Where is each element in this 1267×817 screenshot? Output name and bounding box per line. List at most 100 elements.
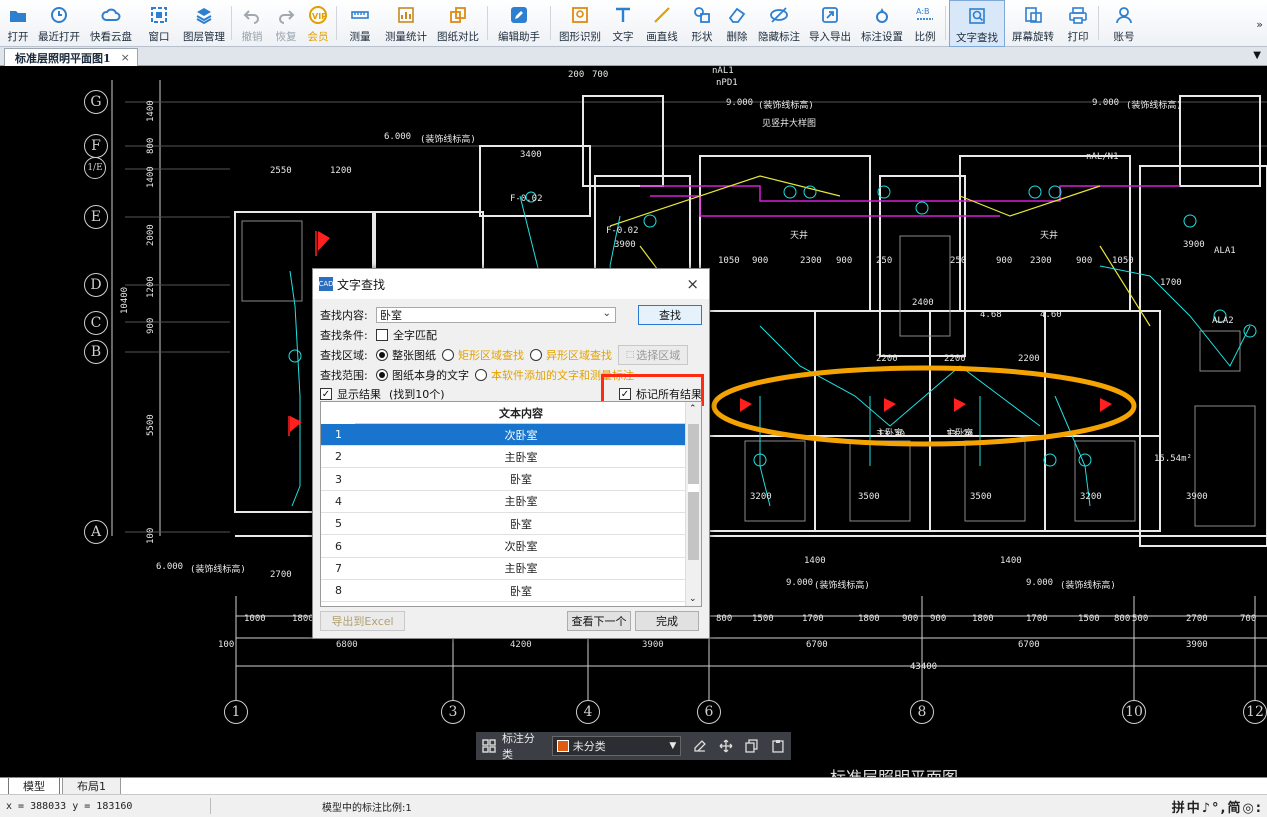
cad-label: 1200 — [330, 166, 352, 176]
toolbar-shape-recognition-button[interactable]: 图形识别 — [554, 0, 606, 47]
toolbar-import-export-button[interactable]: 导入导出 — [804, 0, 856, 47]
cad-label: 4.68 — [980, 310, 1002, 320]
cad-label: 6.000 — [156, 562, 184, 572]
toolbar-edit-assistant-button[interactable]: 编辑助手 — [491, 0, 547, 47]
cad-label: 9.000 — [726, 98, 754, 108]
cad-label: 800 — [1114, 614, 1131, 624]
table-row[interactable]: 8 卧室 — [321, 580, 687, 603]
results-scrollbar[interactable]: ⌃ ⌄ — [685, 402, 701, 606]
area-irregular-radio[interactable] — [530, 349, 542, 361]
export-excel-button[interactable]: 导出到Excel — [320, 611, 405, 631]
toolbar-button-label: 打开 — [7, 31, 29, 43]
show-results-checkbox[interactable]: ✓ — [320, 388, 332, 400]
toolbar-button-label: 图形识别 — [559, 31, 601, 43]
cursor-coordinates: x = 388033 y = 183160 — [6, 800, 133, 812]
axis-bubble-f: F — [84, 134, 108, 158]
cad-label: 2400 — [912, 298, 934, 308]
toolbar-compare-button[interactable]: 图纸对比 — [432, 0, 484, 47]
toolbar-separator — [550, 6, 551, 40]
edit-icon[interactable] — [693, 739, 707, 753]
scroll-down-icon[interactable]: ⌄ — [689, 594, 697, 604]
measure-stats-icon — [398, 7, 414, 23]
table-row[interactable]: 4 主卧室 — [321, 491, 687, 513]
toolbar-screen-rotate-button[interactable]: 屏幕旋转 — [1005, 0, 1061, 47]
row-number: 1 — [335, 428, 342, 441]
cad-label: 2700 — [270, 570, 292, 580]
toolbar-hide-annotation-button[interactable]: 隐藏标注 — [754, 0, 804, 47]
toolbar-eraser-button[interactable]: 删除 — [720, 0, 754, 47]
toolbar-more-icon[interactable]: » — [1256, 18, 1263, 31]
cad-label: 1400 — [1000, 556, 1022, 566]
toolbar-undo-button[interactable]: 撤销 — [235, 0, 269, 47]
close-tab-icon[interactable]: × — [121, 51, 130, 64]
tab-layout1[interactable]: 布局1 — [62, 778, 121, 795]
toolbar-vip-button[interactable]: VIP 会员 — [303, 0, 333, 47]
annotation-category-select[interactable]: 未分类 ▼ — [551, 736, 682, 756]
scroll-up-icon[interactable]: ⌃ — [689, 404, 697, 414]
results-table[interactable]: 文本内容 1 次卧室 2 主卧室 3 卧室 4 主卧室 5 卧室 6 次卧室 7 主卧室 8 卧室 ⌃ ⌄ — [320, 401, 702, 607]
hide-annotation-icon — [770, 7, 788, 23]
cad-label: 1800 — [972, 614, 994, 624]
find-next-button[interactable]: 查看下一个 — [567, 611, 631, 631]
toolbar-measure-button[interactable]: 测量 — [340, 0, 380, 47]
cad-label: 900 — [1076, 256, 1093, 266]
toolbar-text-search-button[interactable]: 文字查找 — [949, 0, 1005, 47]
document-tab[interactable]: 标准层照明平面图1 × — [4, 48, 138, 66]
table-row[interactable]: 3 卧室 — [321, 469, 687, 491]
dialog-titlebar[interactable]: CAD 文字查找 × — [313, 269, 709, 299]
chevron-down-icon: ▼ — [669, 741, 677, 751]
select-area-button[interactable]: ⬚ 选择区域 — [618, 345, 688, 365]
toolbar-line-button[interactable]: 画直线 — [640, 0, 684, 47]
chevron-down-icon[interactable]: ⌄ — [603, 308, 611, 319]
toolbar-folder-open-button[interactable]: 打开 — [2, 0, 34, 47]
grid-icon[interactable] — [482, 739, 496, 753]
row-number: 8 — [335, 584, 342, 598]
ime-indicator[interactable]: 拼中♪°,简◎: — [1172, 797, 1263, 816]
cloud-drive-icon — [101, 8, 121, 21]
toolbar-printer-button[interactable]: 打印 — [1061, 0, 1095, 47]
toolbar-ratio-button[interactable]: A:B 比例 — [908, 0, 942, 47]
close-icon[interactable]: × — [686, 275, 699, 293]
find-button[interactable]: 查找 — [638, 305, 702, 325]
find-content-label: 查找内容: — [320, 309, 368, 322]
cad-label: F-0.02 — [606, 226, 639, 236]
toolbar-button-label: 测量 — [349, 31, 371, 43]
account-icon — [1116, 7, 1132, 24]
toolbar-redo-button[interactable]: 恢复 — [269, 0, 303, 47]
toolbar-button-label: 图纸对比 — [437, 31, 479, 43]
table-row[interactable]: 5 卧室 — [321, 513, 687, 536]
table-row[interactable]: 7 主卧室 — [321, 558, 687, 580]
whole-match-checkbox[interactable] — [376, 329, 388, 341]
toolbar-annotation-settings-button[interactable]: 标注设置 — [856, 0, 908, 47]
scope-added-radio[interactable] — [475, 369, 487, 381]
area-rect-radio[interactable] — [442, 349, 454, 361]
area-whole-radio[interactable] — [376, 349, 388, 361]
toolbar-measure-stats-button[interactable]: 测量统计 — [380, 0, 432, 47]
toolbar-cloud-drive-button[interactable]: 快看云盘 — [84, 0, 138, 47]
toolbar-button-label: 测量统计 — [385, 31, 427, 43]
copy-icon[interactable] — [745, 739, 759, 753]
scope-drawing-radio[interactable] — [376, 369, 388, 381]
cad-label: 1400 — [804, 556, 826, 566]
toolbar-account-button[interactable]: 账号 — [1102, 0, 1146, 47]
toolbar-window-button[interactable]: 窗口 — [138, 0, 180, 47]
toolbar-recent-clock-button[interactable]: 最近打开 — [34, 0, 84, 47]
cad-label: 700 — [1240, 614, 1257, 624]
table-row[interactable]: 6 次卧室 — [321, 536, 687, 558]
cad-label: 900 — [930, 614, 947, 624]
table-row[interactable]: 2 主卧室 — [321, 446, 687, 469]
done-button[interactable]: 完成 — [635, 611, 699, 631]
toolbar-shape-button[interactable]: 形状 — [684, 0, 720, 47]
tab-list-dropdown-icon[interactable]: ▼ — [1253, 50, 1261, 61]
tab-model[interactable]: 模型 — [8, 778, 60, 795]
paste-icon[interactable] — [771, 739, 785, 753]
find-content-input[interactable]: 卧室 ⌄ — [376, 307, 616, 323]
move-icon[interactable] — [719, 739, 733, 753]
recent-clock-icon — [51, 7, 67, 23]
toolbar-text-button[interactable]: 文字 — [606, 0, 640, 47]
table-row[interactable]: 1 次卧室 — [321, 424, 687, 446]
toolbar-layers-button[interactable]: 图层管理 — [180, 0, 228, 47]
cad-label: 2000 — [146, 224, 156, 246]
scrollbar-thumb[interactable] — [688, 484, 699, 492]
tab-layout1-label: 布局1 — [77, 780, 106, 793]
